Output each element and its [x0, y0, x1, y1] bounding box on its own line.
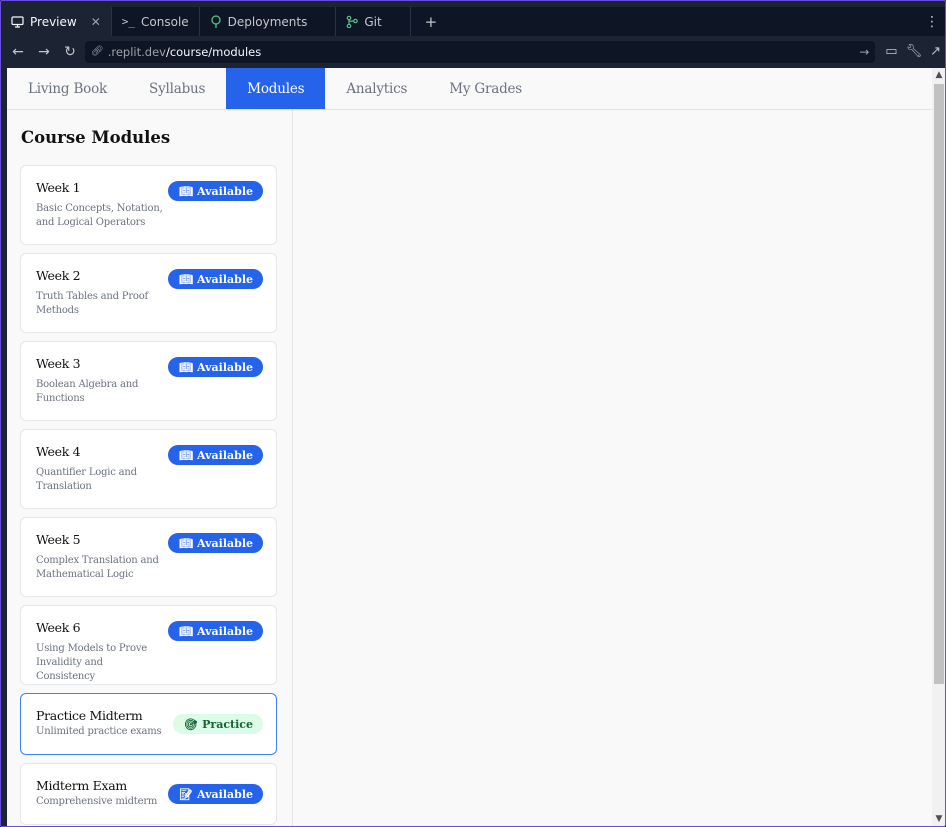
status-badge: 📖︎ Available: [168, 445, 263, 465]
go-arrow-icon[interactable]: →: [859, 45, 869, 59]
workspace-tab-bar: Preview ✕ >_ Console Deployments Git + ⋮: [1, 7, 945, 36]
close-icon[interactable]: ✕: [91, 15, 101, 29]
tab-deployments[interactable]: Deployments: [200, 7, 337, 36]
nav-modules[interactable]: Modules: [226, 68, 326, 109]
terminal-icon: >_: [121, 15, 136, 28]
module-content-area: [293, 110, 932, 826]
tab-label: Git: [364, 14, 382, 29]
module-card-week-1[interactable]: Week 1 Basic Concepts, Notation, and Log…: [20, 165, 277, 245]
target-icon: 🎯︎: [184, 717, 199, 731]
nav-living-book[interactable]: Living Book: [7, 68, 128, 109]
app-viewport: Living Book Syllabus Modules Analytics M…: [7, 68, 932, 826]
more-options-icon[interactable]: ⋮: [917, 7, 945, 36]
status-badge: 📖︎ Available: [168, 357, 263, 377]
devtools-icon[interactable]: ▭: [885, 44, 897, 59]
module-description: Complex Translation and Mathematical Log…: [36, 555, 159, 580]
nav-analytics[interactable]: Analytics: [325, 68, 428, 109]
reload-icon[interactable]: ↻: [59, 41, 81, 63]
scrollbar-thumb[interactable]: [934, 84, 944, 684]
forward-arrow-icon[interactable]: →: [33, 41, 55, 63]
top-navigation: Living Book Syllabus Modules Analytics M…: [7, 68, 932, 110]
page-title: Course Modules: [21, 128, 171, 147]
memo-icon: 📝︎: [179, 787, 194, 801]
new-tab-button[interactable]: +: [411, 7, 452, 36]
tab-label: Preview: [30, 14, 77, 29]
nav-my-grades[interactable]: My Grades: [428, 68, 543, 109]
module-description: Using Models to Prove Invalidity and Con…: [36, 643, 147, 682]
module-card-practice-midterm[interactable]: Practice Midterm Unlimited practice exam…: [20, 693, 277, 755]
status-badge: 📖︎ Available: [168, 533, 263, 553]
module-card-week-4[interactable]: Week 4 Quantifier Logic and Translation …: [20, 429, 277, 509]
deploy-tree-icon: [210, 15, 222, 28]
tab-label: Deployments: [227, 14, 308, 29]
book-icon: 📖︎: [179, 448, 194, 462]
book-icon: 📖︎: [179, 272, 194, 286]
status-badge: 📖︎ Available: [168, 181, 263, 201]
url-host: .replit.dev: [107, 44, 166, 59]
module-description: Basic Concepts, Notation, and Logical Op…: [36, 203, 163, 228]
scroll-up-arrow-icon[interactable]: ▲: [932, 68, 945, 82]
scroll-down-arrow-icon[interactable]: ▼: [932, 812, 945, 826]
back-arrow-icon[interactable]: ←: [7, 41, 29, 63]
tab-console[interactable]: >_ Console: [112, 7, 200, 36]
tab-preview[interactable]: Preview ✕: [1, 7, 112, 36]
replit-window: Preview ✕ >_ Console Deployments Git + ⋮…: [0, 0, 946, 827]
preview-url-bar: ← → ↻ 🔗︎ .replit.dev/course/modules → ▭ …: [1, 36, 945, 67]
tab-label: Console: [141, 14, 189, 29]
module-card-midterm-exam[interactable]: Midterm Exam Comprehensive midterm 📝︎ Ava…: [20, 763, 277, 825]
book-icon: 📖︎: [179, 184, 194, 198]
modules-sidebar: Course Modules Week 1 Basic Concepts, No…: [7, 110, 293, 826]
vertical-scrollbar[interactable]: ▲ ▼: [932, 68, 945, 826]
module-card-week-2[interactable]: Week 2 Truth Tables and Proof Methods 📖︎…: [20, 253, 277, 333]
monitor-icon: [11, 15, 24, 28]
module-description: Truth Tables and Proof Methods: [36, 291, 149, 316]
book-icon: 📖︎: [179, 536, 194, 550]
book-icon: 📖︎: [179, 360, 194, 374]
module-description: Unlimited practice exams: [36, 726, 162, 737]
module-card-week-3[interactable]: Week 3 Boolean Algebra and Functions 📖︎ A…: [20, 341, 277, 421]
link-icon: 🔗︎: [91, 46, 104, 57]
open-external-icon[interactable]: ↗: [930, 44, 941, 59]
book-icon: 📖︎: [179, 624, 194, 638]
status-badge: 📖︎ Available: [168, 269, 263, 289]
status-badge: 📖︎ Available: [168, 621, 263, 641]
module-description: Boolean Algebra and Functions: [36, 379, 139, 404]
module-card-week-5[interactable]: Week 5 Complex Translation and Mathemati…: [20, 517, 277, 597]
module-card-week-6[interactable]: Week 6 Using Models to Prove Invalidity …: [20, 605, 277, 685]
nav-syllabus[interactable]: Syllabus: [128, 68, 226, 109]
module-description: Quantifier Logic and Translation: [36, 467, 137, 492]
git-branch-icon: [346, 15, 359, 28]
status-badge: 📝︎ Available: [168, 784, 263, 804]
url-input[interactable]: 🔗︎ .replit.dev/course/modules →: [85, 40, 876, 63]
wrench-icon[interactable]: 🔧︎: [906, 44, 923, 59]
url-path: /course/modules: [165, 44, 262, 59]
status-badge: 🎯︎ Practice: [173, 714, 263, 734]
tab-git[interactable]: Git: [336, 7, 411, 36]
